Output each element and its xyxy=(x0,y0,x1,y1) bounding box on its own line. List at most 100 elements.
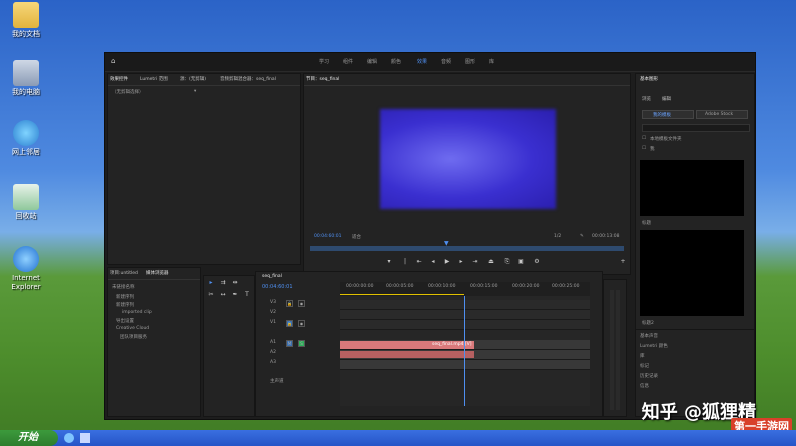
taskbar xyxy=(0,430,796,446)
desktop-icon-network[interactable]: 网上邻居 xyxy=(4,120,48,157)
workspace-tab[interactable]: 编辑 xyxy=(367,58,377,65)
track-label: V3 xyxy=(270,300,276,305)
workspace-tab[interactable]: 图形 xyxy=(465,58,475,65)
workspace-tab[interactable]: 颜色 xyxy=(391,58,401,65)
timeline-timecode[interactable]: 00:04:60:01 xyxy=(262,284,293,290)
panel-link[interactable]: Lumetri 颜色 xyxy=(640,343,668,349)
track-area[interactable]: seq_final.mp4 [V] xyxy=(340,296,590,406)
track-v3[interactable] xyxy=(340,300,590,310)
project-item[interactable]: 导出设置 xyxy=(116,318,134,324)
project-item[interactable]: Creative Cloud xyxy=(116,326,149,331)
desktop-icon-label: Internet Explorer xyxy=(11,274,41,291)
go-to-in-icon[interactable]: ⇤ xyxy=(416,259,422,265)
tab-program[interactable]: 节目：seq_final xyxy=(306,76,339,82)
workspace-tab[interactable]: 音频 xyxy=(441,58,451,65)
lock-icon[interactable]: 🔒 xyxy=(286,320,293,327)
checkbox-icon[interactable]: ☐ xyxy=(642,136,646,141)
home-icon[interactable]: ⌂ xyxy=(111,57,115,65)
quick-launch-desktop-icon[interactable] xyxy=(80,433,90,443)
play-icon[interactable]: ▶ xyxy=(444,259,450,265)
settings-icon[interactable]: ⚙ xyxy=(534,259,540,265)
workspace-tab[interactable]: 组件 xyxy=(343,58,353,65)
program-scrub-bar[interactable] xyxy=(310,246,624,251)
desktop-icon-my-documents[interactable]: 我的文档 xyxy=(4,2,48,39)
pen-icon[interactable]: ✒ xyxy=(232,292,238,298)
tab-timeline[interactable]: seq_final xyxy=(262,274,282,279)
eye-icon[interactable]: ◉ xyxy=(298,300,305,307)
wrench-icon[interactable]: ✎ xyxy=(580,234,584,239)
extract-icon[interactable]: ⎘ xyxy=(504,259,510,265)
workspace-tab[interactable]: 学习 xyxy=(319,58,329,65)
track-select-icon[interactable]: ⇉ xyxy=(220,280,226,286)
work-area-bar[interactable] xyxy=(340,294,464,295)
playhead-icon[interactable]: ▼ xyxy=(444,240,449,247)
panel-link[interactable]: 标记 xyxy=(640,363,649,369)
camera-icon[interactable]: ▣ xyxy=(518,259,524,265)
ruler-tick: 00:00:00:00 xyxy=(346,284,374,289)
tab-effect-controls[interactable]: 效果控件 xyxy=(110,76,128,82)
go-to-out-icon[interactable]: ⇥ xyxy=(472,259,478,265)
panel-link[interactable]: 基本声音 xyxy=(640,333,658,339)
start-button[interactable]: 开始 xyxy=(0,430,58,446)
text-tool-icon[interactable]: T xyxy=(244,292,250,298)
adobe-stock-label: Adobe Stock xyxy=(705,112,734,117)
project-item[interactable]: 团队项目服务 xyxy=(120,334,147,340)
project-item[interactable]: 未链接名称 xyxy=(112,284,135,290)
dropdown-icon[interactable]: ▾ xyxy=(194,89,196,94)
quick-launch-ie-icon[interactable] xyxy=(64,433,74,443)
divider xyxy=(304,85,630,86)
track-a3[interactable] xyxy=(340,360,590,370)
workspace-tab[interactable]: 效果 xyxy=(417,58,427,65)
panel-link[interactable]: 历史记录 xyxy=(640,373,658,379)
tab-source[interactable]: 源：(无剪辑) xyxy=(180,76,206,82)
track-v2[interactable] xyxy=(340,310,590,320)
project-item[interactable]: 新建序列 xyxy=(116,302,134,308)
clip-label: seq_final.mp4 [V] xyxy=(432,342,472,347)
solo-icon[interactable]: S xyxy=(298,340,305,347)
ripple-edit-icon[interactable]: ⇹ xyxy=(232,280,238,286)
quality-dropdown[interactable]: 1/2 xyxy=(554,234,561,239)
desktop-icon-ie[interactable]: Internet Explorer xyxy=(4,246,48,292)
razor-icon[interactable]: ✂ xyxy=(208,292,214,298)
template-thumbnail[interactable] xyxy=(640,230,744,316)
workspace-tab[interactable]: 库 xyxy=(489,58,494,65)
selection-tool-icon[interactable]: ▸ xyxy=(208,280,214,286)
step-back-icon[interactable]: ◂ xyxy=(430,259,436,265)
desktop-icon-recycle-bin[interactable]: 回收站 xyxy=(4,184,48,221)
no-clip-label: （无剪辑选择） xyxy=(112,90,144,95)
project-item[interactable]: 新建序列 xyxy=(116,294,134,300)
panel-link[interactable]: 库 xyxy=(640,353,645,359)
lock-icon[interactable]: 🔒 xyxy=(286,300,293,307)
mute-icon[interactable]: M xyxy=(286,340,293,347)
adobe-stock-button[interactable]: Adobe Stock xyxy=(696,110,748,119)
time-ruler[interactable]: 00:00:00:00 00:00:05:00 00:00:10:00 00:0… xyxy=(340,282,590,296)
mark-in-icon[interactable]: ▾ xyxy=(386,259,392,265)
tab-audio-mixer[interactable]: 音频剪辑混合器：seq_final xyxy=(220,76,276,82)
playhead[interactable] xyxy=(464,296,465,406)
tab-project[interactable]: 项目:untitled xyxy=(110,270,138,276)
tab-edit[interactable]: 编辑 xyxy=(662,96,671,102)
audio-clip[interactable] xyxy=(340,351,474,358)
slip-icon[interactable]: ↔ xyxy=(220,292,226,298)
template-thumbnail[interactable] xyxy=(640,160,744,216)
checkbox-icon[interactable]: ☐ xyxy=(642,146,646,151)
tab-lumetri-scopes[interactable]: Lumetri 范围 xyxy=(140,76,168,82)
track-v1[interactable] xyxy=(340,320,590,330)
step-forward-icon[interactable]: ▸ xyxy=(458,259,464,265)
my-templates-button[interactable]: 我的模板 xyxy=(642,110,694,119)
project-item[interactable]: imported clip xyxy=(122,310,152,315)
timeline-panel: seq_final 00:04:60:01 00:00:00:00 00:00:… xyxy=(255,271,603,417)
search-input[interactable] xyxy=(642,124,750,132)
fit-dropdown[interactable]: 适合 xyxy=(352,234,361,240)
lift-icon[interactable]: ⏏ xyxy=(488,259,494,265)
add-button-icon[interactable]: + xyxy=(620,259,626,265)
program-timecode[interactable]: 00:04:60:01 xyxy=(314,234,341,239)
tab-browse[interactable]: 浏览 xyxy=(642,96,651,102)
panel-title[interactable]: 基本图形 xyxy=(640,76,658,82)
mark-out-icon[interactable]: | xyxy=(402,259,408,265)
tab-media-browser[interactable]: 媒体浏览器 xyxy=(146,270,169,276)
clip[interactable]: seq_final.mp4 [V] xyxy=(340,341,474,349)
desktop-icon-my-computer[interactable]: 我的电脑 xyxy=(4,60,48,97)
eye-icon[interactable]: ◉ xyxy=(298,320,305,327)
panel-link[interactable]: 信息 xyxy=(640,383,649,389)
